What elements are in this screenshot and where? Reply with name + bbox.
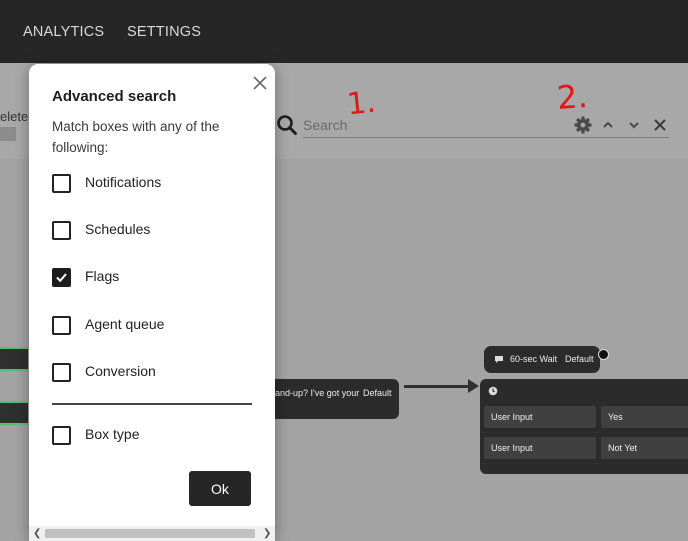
question-node[interactable]: User Input Yes User Input Not Yet (480, 379, 688, 474)
checkbox[interactable] (52, 174, 71, 193)
delete-control-fragment (0, 127, 16, 141)
gear-icon[interactable] (573, 115, 593, 135)
row-label-cell: User Input (484, 437, 596, 459)
option-label: Notifications (85, 174, 162, 190)
flow-arrow-head (468, 379, 479, 393)
message-node-tag: Default (363, 388, 392, 398)
close-search-icon[interactable] (650, 115, 670, 135)
checkbox-checked[interactable] (52, 268, 71, 287)
scroll-right-icon[interactable]: ❯ (263, 528, 271, 539)
scroll-left-icon[interactable]: ❮ (33, 528, 41, 539)
node-output-handle[interactable] (598, 349, 609, 360)
row-value-cell[interactable]: Not Yet (601, 437, 688, 459)
row-label-cell: User Input (484, 406, 596, 428)
close-icon[interactable] (252, 75, 268, 91)
connector-node-fragment[interactable] (0, 347, 28, 371)
search-icon (277, 115, 297, 135)
nav-settings[interactable]: SETTINGS (127, 24, 201, 40)
ok-button[interactable]: Ok (189, 471, 251, 506)
dialog-description: Match boxes with any of the following: (52, 119, 220, 155)
flow-arrow (404, 385, 472, 388)
message-node-text: and-up? I've got your (275, 388, 360, 398)
row-value-cell[interactable]: Yes (601, 406, 688, 428)
option-label: Conversion (85, 363, 156, 379)
scrollbar-thumb[interactable] (45, 529, 255, 538)
checkbox[interactable] (52, 221, 71, 240)
clock-icon (488, 386, 498, 396)
option-label: Schedules (85, 221, 151, 237)
top-nav: ANALYTICS SETTINGS (0, 0, 688, 63)
message-node[interactable]: and-up? I've got your Default (262, 379, 399, 419)
wait-node-tag: Default (565, 354, 594, 364)
checkbox[interactable] (52, 426, 71, 445)
option-label: Box type (85, 426, 140, 442)
checkbox[interactable] (52, 363, 71, 382)
option-label: Flags (85, 268, 120, 284)
chevron-up-icon[interactable] (598, 115, 618, 135)
chevron-down-icon[interactable] (624, 115, 644, 135)
wait-node[interactable]: 60-sec Wait Default (484, 346, 600, 373)
annotation-1: 1. (345, 84, 378, 123)
horizontal-scrollbar[interactable]: ❮ ❯ (29, 526, 275, 541)
connector-node-fragment[interactable] (0, 401, 28, 425)
delete-label-fragment: elete (0, 109, 29, 124)
dialog-title: Advanced search (52, 88, 177, 105)
chat-icon (495, 356, 503, 363)
option-label: Agent queue (85, 316, 165, 332)
check-icon (56, 273, 67, 283)
annotation-2: 2. (555, 76, 589, 118)
nav-analytics[interactable]: ANALYTICS (23, 24, 104, 40)
advanced-search-dialog: Advanced search Match boxes with any of … (29, 64, 275, 541)
checkbox[interactable] (52, 316, 71, 335)
divider (52, 403, 252, 405)
wait-node-text: 60-sec Wait (510, 354, 558, 364)
